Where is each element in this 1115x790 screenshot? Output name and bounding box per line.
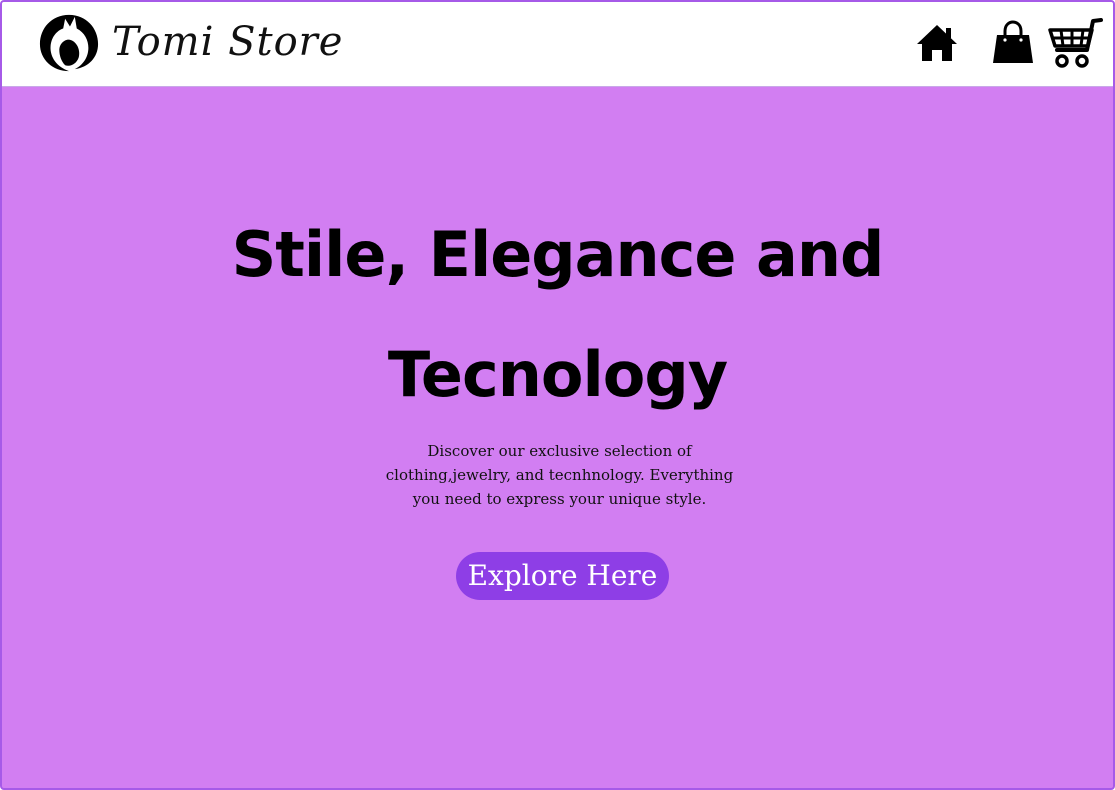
shopping-bag-icon <box>991 19 1035 67</box>
hero-description: Discover our exclusive selection of clot… <box>385 442 734 508</box>
site-header: Tomi Store <box>2 2 1113 87</box>
explore-here-button[interactable]: Explore Here <box>456 552 669 600</box>
hero-title-line-1: Stile, Elegance and <box>231 218 885 291</box>
shop-bag-button[interactable] <box>991 19 1035 67</box>
shopping-cart-icon <box>1047 16 1103 70</box>
hero-title-line-2: Tecnology <box>387 338 728 411</box>
home-icon <box>913 19 961 67</box>
brand-name: Tomi Store <box>112 19 344 65</box>
home-button[interactable] <box>913 19 961 67</box>
fox-logo-icon <box>38 11 100 73</box>
header-nav <box>913 16 1103 70</box>
brand[interactable]: Tomi Store <box>38 10 343 74</box>
cart-button[interactable] <box>1047 16 1103 70</box>
page-frame: Tomi Store Stile, Elegance and Tecnology… <box>0 0 1115 790</box>
hero-section: Stile, Elegance and Tecnology Discover o… <box>2 88 1113 788</box>
